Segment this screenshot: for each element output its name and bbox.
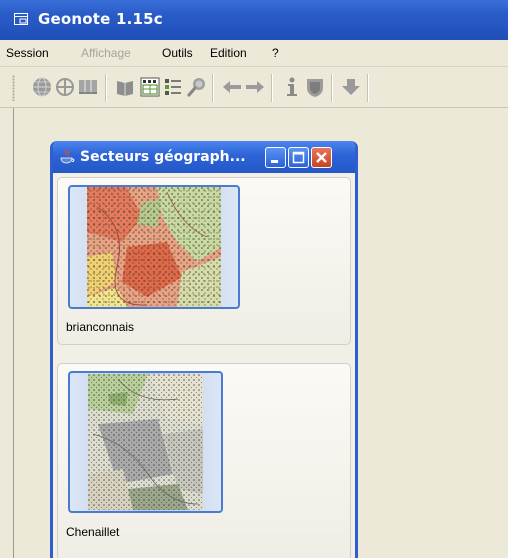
sector-label: Chenaillet [66, 525, 120, 539]
sector-map-thumbnail[interactable] [68, 185, 240, 309]
magnifier-icon[interactable] [186, 76, 208, 98]
menu-affichage[interactable]: Affichage [81, 46, 131, 60]
minimize-button[interactable] [265, 147, 286, 168]
arrow-down-icon[interactable] [340, 76, 362, 98]
shield-icon[interactable] [304, 76, 326, 98]
menu-help[interactable]: ? [272, 46, 279, 60]
app-title-bar[interactable]: Geonote 1.15c [0, 0, 508, 40]
toolbar-separator [105, 74, 107, 102]
crosshair-icon[interactable] [54, 76, 76, 98]
toolbar-grip[interactable] [12, 75, 15, 101]
toolbar-separator [271, 74, 273, 102]
arrow-right-icon[interactable] [244, 76, 266, 98]
sectors-frame-title: Secteurs géograph... [80, 149, 246, 165]
java-cup-icon [59, 149, 75, 165]
sector-label: brianconnais [66, 320, 135, 334]
toolbar [0, 67, 508, 108]
menu-bar: Session Affichage Outils Edition ? [0, 40, 508, 67]
toolbar-separator [367, 74, 369, 102]
arrow-left-icon[interactable] [221, 76, 243, 98]
menu-edition[interactable]: Edition [210, 46, 247, 60]
columns-icon[interactable] [77, 76, 99, 98]
sector-item-brianconnais[interactable]: brianconnais [57, 177, 351, 345]
sector-map-thumbnail[interactable] [68, 371, 223, 513]
geology-map-image [87, 187, 221, 307]
sector-item-chenaillet[interactable]: Chenaillet [57, 363, 351, 558]
close-button[interactable] [311, 147, 332, 168]
maximize-button[interactable] [288, 147, 309, 168]
menu-outils[interactable]: Outils [162, 46, 193, 60]
menu-session[interactable]: Session [6, 46, 49, 60]
right-pane [359, 108, 508, 558]
geology-map-image [88, 374, 203, 510]
notes-grid-icon[interactable] [139, 76, 161, 98]
toolbar-separator [331, 74, 333, 102]
globe-icon[interactable] [31, 76, 53, 98]
app-window-icon [14, 13, 28, 25]
sectors-internal-frame: Secteurs géograph... brianconnais Chenai… [50, 141, 358, 558]
app-title: Geonote 1.15c [38, 10, 163, 28]
sectors-list: brianconnais Chenaillet [53, 173, 355, 558]
info-icon[interactable] [281, 76, 303, 98]
list-icon[interactable] [162, 76, 184, 98]
sectors-frame-title-bar[interactable]: Secteurs géograph... [53, 141, 355, 173]
book-icon[interactable] [114, 76, 136, 98]
toolbar-separator [212, 74, 214, 102]
